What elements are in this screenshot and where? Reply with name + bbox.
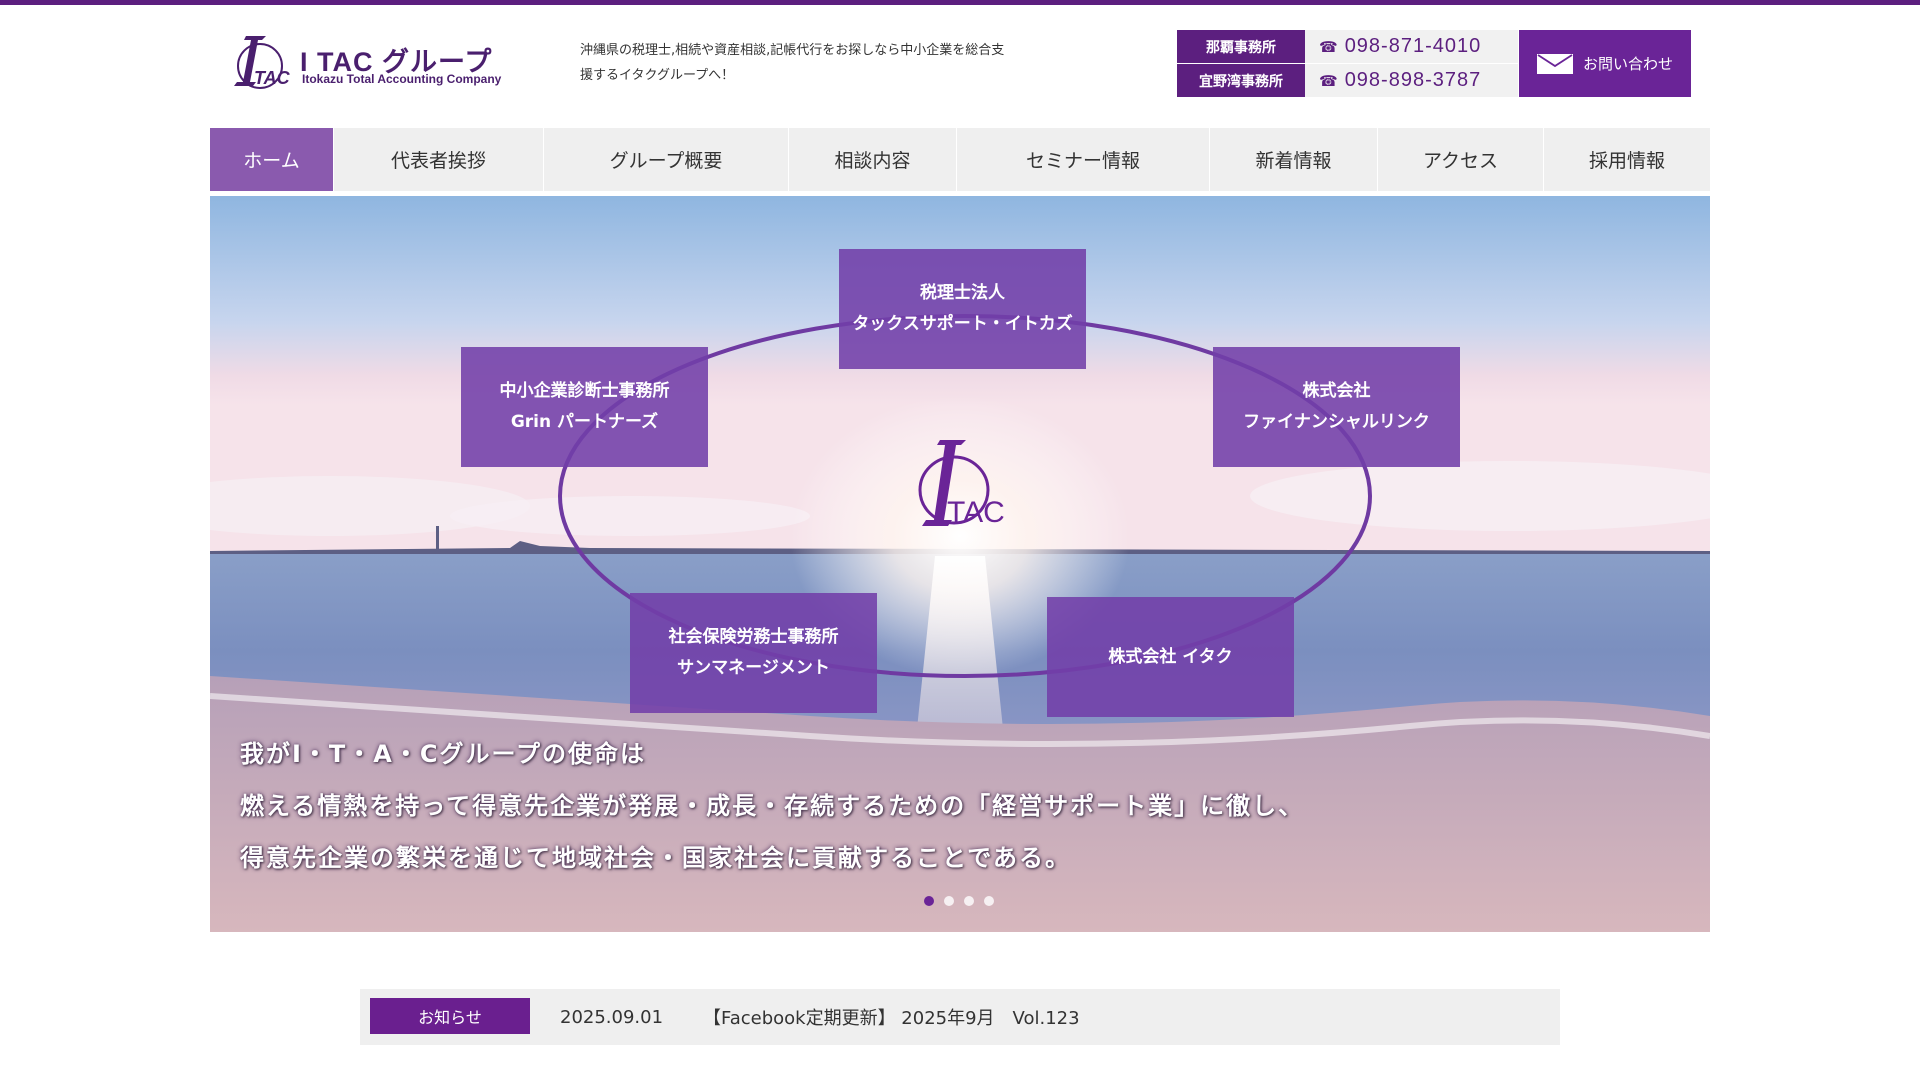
nav-item-greeting[interactable]: 代表者挨拶	[334, 128, 544, 191]
org-line2: Grin パートナーズ	[510, 412, 659, 432]
org-box-grin-partners[interactable]: 中小企業診断士事務所 Grin パートナーズ	[461, 347, 708, 467]
nav-item-home[interactable]: ホーム	[210, 128, 334, 191]
site-logo[interactable]: TAC I TAC グループ Itokazu Total Accounting …	[232, 32, 532, 94]
slider-dot-4[interactable]	[984, 896, 994, 906]
mission-line: 我がI・T・A・Cグループの使命は	[240, 740, 647, 768]
org-box-financial-link[interactable]: 株式会社 ファイナンシャルリンク	[1213, 347, 1460, 467]
phone-icon: ☎	[1319, 38, 1339, 56]
slider-dot-1[interactable]	[924, 896, 934, 906]
mission-line: 燃える情熱を持って得意先企業が発展・成長・存続するための「経営サポート業」に徹し…	[240, 792, 1305, 820]
news-date: 2025.09.01	[560, 1006, 664, 1028]
nav-item-overview[interactable]: グループ概要	[544, 128, 789, 191]
org-line1: 株式会社 イタク	[1108, 646, 1233, 667]
mission-line: 得意先企業の繁栄を通じて地域社会・国家社会に貢献することである。	[240, 844, 1072, 872]
main-nav: ホーム 代表者挨拶 グループ概要 相談内容 セミナー情報 新着情報 アクセス 採…	[210, 128, 1710, 191]
news-title-link[interactable]: 【Facebook定期更新】 2025年9月 Vol.123	[703, 989, 1080, 1045]
org-box-tax-support[interactable]: 税理士法人 タックスサポート・イトカズ	[839, 249, 1086, 369]
office-phone-box: 那覇事務所 ☎ 098-871-4010 宜野湾事務所 ☎ 098-898-37…	[1177, 30, 1518, 97]
org-line2: サンマネージメント	[677, 658, 830, 678]
office-row-ginowan: 宜野湾事務所 ☎ 098-898-3787	[1177, 64, 1518, 97]
org-line1: 社会保険労務士事務所	[668, 627, 839, 647]
org-box-itaku[interactable]: 株式会社 イタク	[1047, 597, 1294, 717]
org-box-sun-management[interactable]: 社会保険労務士事務所 サンマネージメント	[630, 593, 877, 713]
org-line2: ファイナンシャルリンク	[1243, 412, 1430, 432]
nav-item-seminar[interactable]: セミナー情報	[957, 128, 1210, 191]
org-line1: 株式会社	[1302, 381, 1371, 401]
office-phone-number: 098-871-4010	[1344, 35, 1482, 57]
office-phone-link[interactable]: ☎ 098-871-4010	[1319, 30, 1481, 63]
nav-item-news[interactable]: 新着情報	[1210, 128, 1378, 191]
news-label: お知らせ	[370, 998, 530, 1034]
mail-icon	[1536, 53, 1573, 74]
itac-logo-mark: TAC	[234, 36, 291, 89]
office-phone-number: 098-898-3787	[1344, 69, 1482, 91]
nav-item-recruit[interactable]: 採用情報	[1544, 128, 1710, 191]
hero-slider: 税理士法人 タックスサポート・イトカズ 株式会社 ファイナンシャルリンク 株式会…	[210, 196, 1710, 932]
nav-item-access[interactable]: アクセス	[1378, 128, 1544, 191]
logo-mark-text: TAC	[254, 68, 291, 88]
office-row-naha: 那覇事務所 ☎ 098-871-4010	[1177, 30, 1518, 64]
org-line1: 中小企業診断士事務所	[499, 381, 670, 401]
hero-itac-logo: TAC	[918, 440, 1005, 529]
office-name: 那覇事務所	[1177, 30, 1305, 63]
phone-icon: ☎	[1319, 72, 1339, 90]
slider-dot-3[interactable]	[964, 896, 974, 906]
slider-dot-2[interactable]	[944, 896, 954, 906]
contact-button[interactable]: お問い合わせ	[1519, 30, 1691, 97]
news-bar: お知らせ 2025.09.01 【Facebook定期更新】 2025年9月 V…	[360, 989, 1560, 1045]
office-name: 宜野湾事務所	[1177, 64, 1305, 97]
logo-subtitle: Itokazu Total Accounting Company	[302, 72, 502, 86]
top-accent-bar	[0, 0, 1920, 5]
office-phone-link[interactable]: ☎ 098-898-3787	[1319, 64, 1481, 97]
hero-logo-text: TAC	[947, 496, 1005, 529]
contact-button-label: お問い合わせ	[1582, 55, 1673, 73]
site-tagline: 沖縄県の税理士,相続や資産相談,記帳代行をお探しなら中小企業を総合支援するイタク…	[580, 43, 1005, 83]
org-line1: 税理士法人	[920, 283, 1005, 303]
org-line2: タックスサポート・イトカズ	[852, 314, 1073, 334]
nav-item-consultation[interactable]: 相談内容	[789, 128, 957, 191]
slider-dots	[924, 896, 994, 906]
